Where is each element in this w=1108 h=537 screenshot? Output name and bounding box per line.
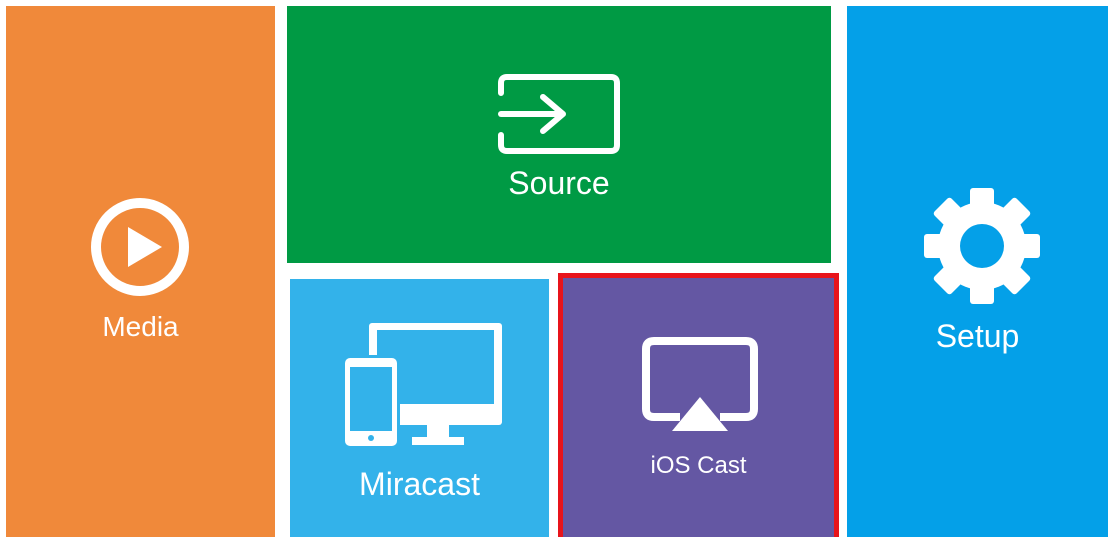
gear-icon [923,187,1041,305]
media-label: Media [102,311,179,342]
input-arrow-icon [497,73,621,155]
devices-icon [342,321,504,449]
source-label: Source [508,165,610,201]
ios-cast-label: iOS Cast [650,452,747,479]
play-icon [90,197,190,297]
setup-label: Setup [935,318,1020,354]
miracast-label: Miracast [359,466,480,502]
airplay-icon [642,337,758,437]
setup-tile[interactable]: Setup [847,6,1108,537]
ios-cast-tile[interactable]: iOS Cast [558,273,839,537]
source-tile[interactable]: Source [287,6,831,263]
miracast-tile[interactable]: Miracast [290,279,549,537]
media-tile[interactable]: Media [6,6,275,537]
